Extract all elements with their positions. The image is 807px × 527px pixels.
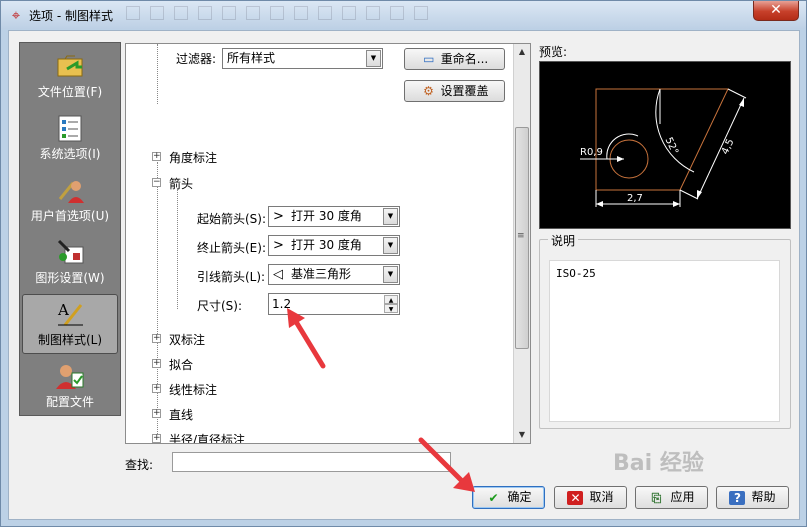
tree-node-dual-dimension[interactable]: 双标注 — [169, 331, 205, 348]
title-bar: ⌖ 选项 - 制图样式 ✕ — [1, 1, 806, 29]
graphics-settings-icon — [55, 237, 85, 267]
profile-icon — [55, 361, 85, 391]
tree-scrollbar[interactable]: ▲ ≡ ▼ — [513, 44, 530, 443]
end-arrow-label: 终止箭头(E): — [197, 241, 266, 255]
background-toolbar — [126, 6, 496, 24]
user-tools-icon — [55, 175, 85, 205]
folder-arrow-icon — [55, 51, 85, 81]
find-label: 查找: — [125, 458, 154, 472]
nav-item-system-options[interactable]: 系统选项(I) — [22, 109, 118, 169]
baidu-watermark: Bai 经验 — [613, 451, 704, 476]
chevron-down-icon: ▼ — [383, 208, 398, 225]
nav-item-profiles[interactable]: 配置文件 — [22, 357, 118, 417]
grip-icon: ≡ — [517, 231, 525, 241]
checklist-icon — [55, 113, 85, 143]
tree-node-angle-dimension[interactable]: 角度标注 — [169, 149, 217, 166]
tree-node-radius-diameter[interactable]: 半径/直径标注 — [169, 431, 245, 443]
preview-drawing: R0,9 52° 4,5 2,7 — [580, 88, 747, 207]
category-nav: 文件位置(F) 系统选项(I) 用户首选项(U) 图形设置(W) A 制图样式(… — [19, 42, 121, 416]
svg-text:A: A — [57, 301, 69, 319]
description-box: ISO-25 — [549, 260, 780, 422]
datum-triangle-icon: ◁ — [273, 267, 283, 282]
nav-item-graphics-settings[interactable]: 图形设置(W) — [22, 233, 118, 293]
radius-dim-text: R0,9 — [580, 147, 603, 158]
size-label: 尺寸(S): — [197, 299, 243, 313]
spin-down-icon[interactable]: ▼ — [384, 304, 398, 313]
open-arrow-icon: > — [273, 209, 284, 224]
description-text: ISO-25 — [556, 267, 596, 280]
leader-arrow-label: 引线箭头(L): — [197, 270, 266, 284]
tree-node-arrow[interactable]: 箭头 — [169, 175, 193, 192]
expand-radius-icon[interactable]: + — [152, 434, 161, 443]
help-icon: ? — [729, 491, 746, 505]
close-button[interactable]: ✕ — [753, 1, 799, 21]
expand-fit-icon[interactable]: + — [152, 359, 161, 368]
expand-linear-icon[interactable]: + — [152, 384, 161, 393]
apply-icon: ⎘ — [651, 491, 662, 505]
drafting-style-icon: A — [55, 299, 85, 329]
style-tree: 过滤器: 所有样式 ▼ ▭ 重命名... ⚙ 设置覆盖 + 角度标注 − 箭头 起始… — [125, 43, 531, 444]
set-override-button[interactable]: ⚙ 设置覆盖 — [404, 80, 505, 102]
cancel-button[interactable]: ✕ 取消 — [554, 486, 627, 509]
tree-node-linear-dimension[interactable]: 线性标注 — [169, 381, 217, 398]
ok-button[interactable]: ✔ 确定 — [472, 486, 545, 509]
override-icon: ⚙ — [423, 84, 434, 98]
description-group: 说明 ISO-25 — [539, 232, 791, 429]
checkmark-icon: ✔ — [488, 491, 499, 505]
expand-line-icon[interactable]: + — [152, 409, 161, 418]
scroll-down-icon[interactable]: ▼ — [514, 427, 530, 443]
start-arrow-label: 起始箭头(S): — [197, 212, 267, 226]
find-input[interactable] — [172, 452, 451, 472]
end-arrow-select[interactable]: > 打开 30 度角 ▼ — [268, 235, 400, 256]
scroll-up-icon[interactable]: ▲ — [514, 44, 530, 60]
nav-item-file-locations[interactable]: 文件位置(F) — [22, 47, 118, 107]
rename-button[interactable]: ▭ 重命名... — [404, 48, 505, 70]
arrow-size-input[interactable]: 1.2 ▲ ▼ — [268, 293, 400, 315]
leader-arrow-select[interactable]: ◁ 基准三角形 ▼ — [268, 264, 400, 285]
chevron-down-icon: ▼ — [383, 237, 398, 254]
start-arrow-select[interactable]: > 打开 30 度角 ▼ — [268, 206, 400, 227]
aligned-dim-text: 4,5 — [720, 137, 737, 156]
filter-label: 过滤器: — [176, 52, 217, 66]
tree-node-line[interactable]: 直线 — [169, 406, 193, 423]
style-preview: R0,9 52° 4,5 2,7 — [539, 61, 791, 229]
chevron-down-icon: ▼ — [383, 266, 398, 283]
expand-angle-icon[interactable]: + — [152, 152, 161, 161]
apply-button[interactable]: ⎘ 应用 — [635, 486, 708, 509]
close-icon: ✕ — [567, 491, 584, 505]
rename-icon: ▭ — [423, 52, 435, 66]
linear-dim-text: 2,7 — [627, 193, 643, 204]
collapse-arrow-icon[interactable]: − — [152, 178, 161, 187]
description-label: 说明 — [548, 232, 579, 249]
open-arrow-icon: > — [273, 238, 284, 253]
nav-item-drafting-style[interactable]: A 制图样式(L) — [22, 294, 118, 354]
nav-item-user-preferences[interactable]: 用户首选项(U) — [22, 171, 118, 231]
help-button[interactable]: ? 帮助 — [716, 486, 789, 509]
app-icon: ⌖ — [11, 6, 21, 24]
filter-select[interactable]: 所有样式 ▼ — [222, 48, 383, 69]
tree-node-fit[interactable]: 拟合 — [169, 356, 193, 373]
window-title: 选项 - 制图样式 — [29, 9, 113, 23]
chevron-down-icon: ▼ — [366, 50, 381, 67]
preview-label: 预览: — [539, 45, 568, 59]
expand-dual-icon[interactable]: + — [152, 334, 161, 343]
options-dialog: ⌖ 选项 - 制图样式 ✕ 文件位置(F) 系统选项(I) 用户首选项(U) 图… — [0, 0, 807, 527]
spin-up-icon[interactable]: ▲ — [384, 295, 398, 304]
